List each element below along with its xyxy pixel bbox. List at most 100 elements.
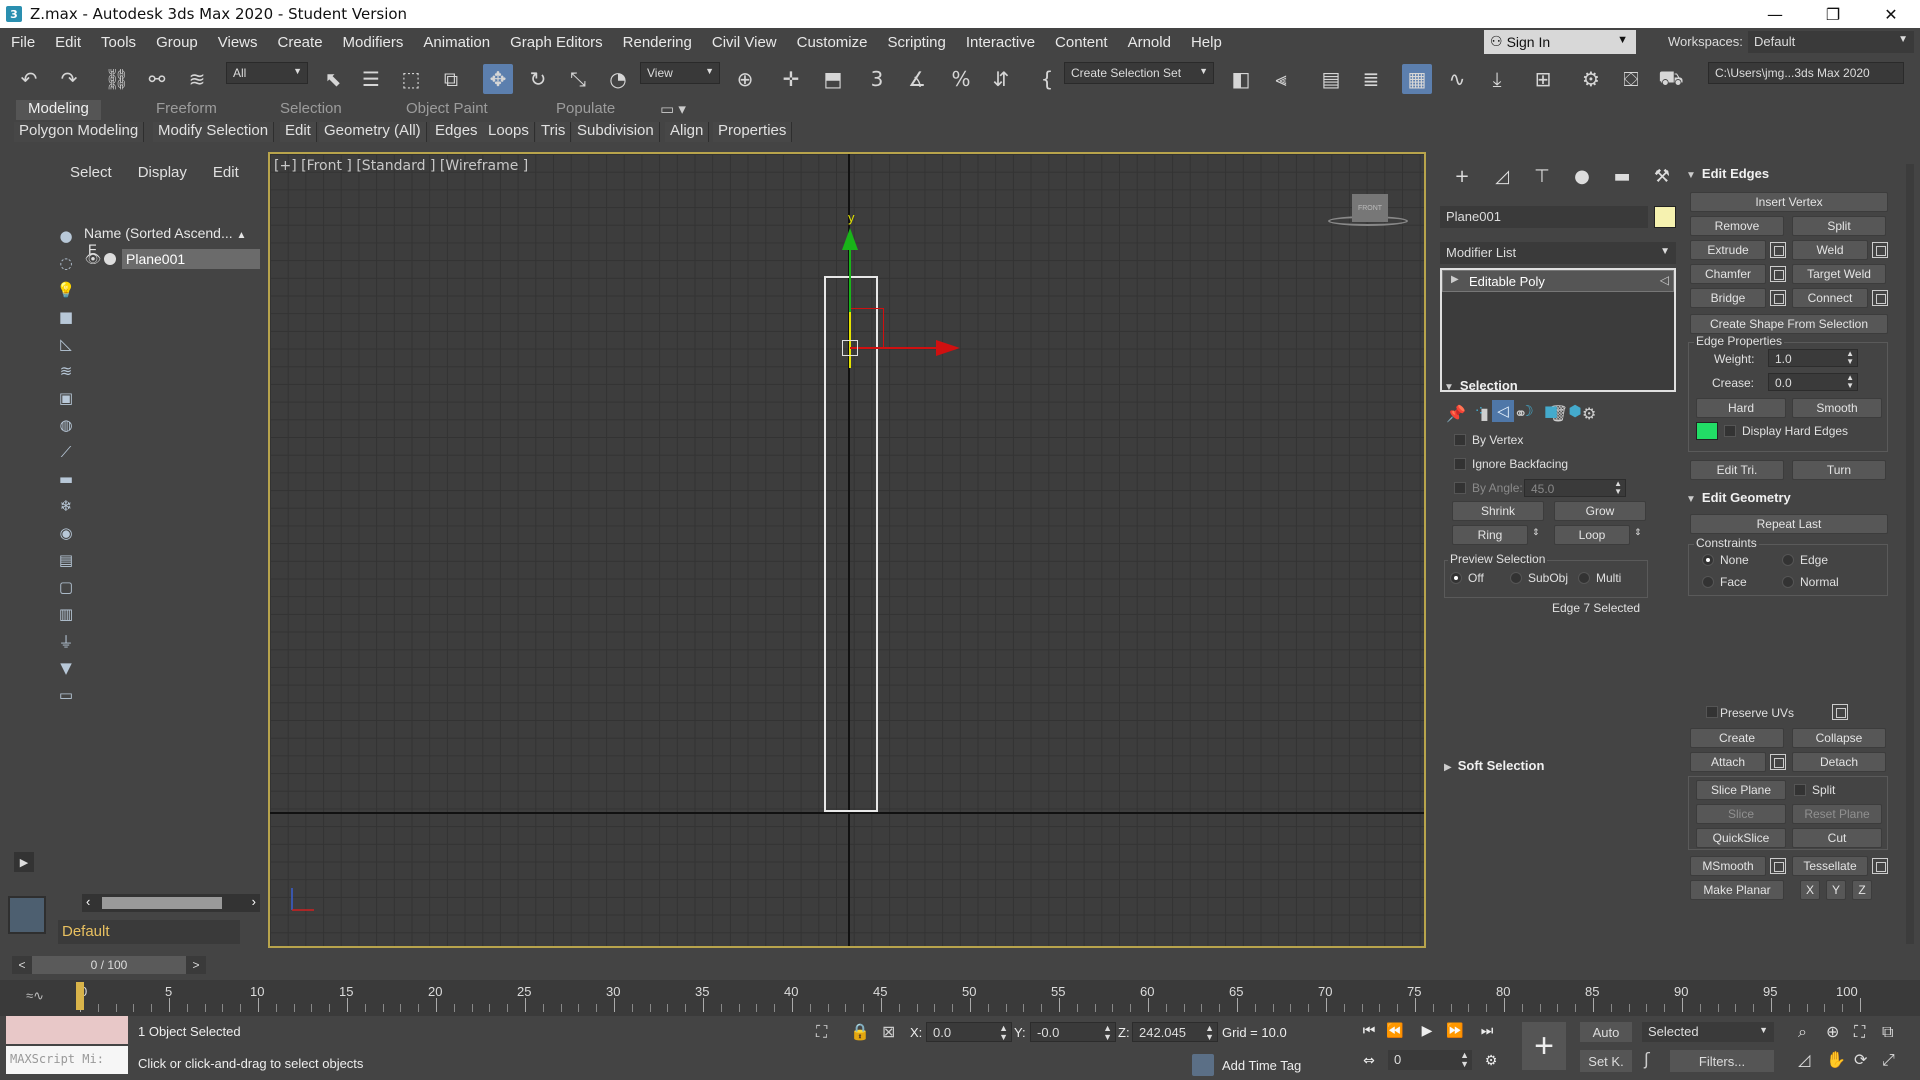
menu-tools[interactable]: Tools <box>90 34 145 51</box>
maxscript-listener-output[interactable] <box>6 1016 128 1044</box>
keyboard-shortcut-icon[interactable]: ⬒ <box>818 64 848 94</box>
split-button[interactable]: Split <box>1792 216 1886 236</box>
plane-object[interactable] <box>824 276 878 812</box>
bridge-settings-button[interactable] <box>1770 290 1786 306</box>
menu-edit[interactable]: Edit <box>44 34 90 51</box>
selection-rollout-header[interactable]: ▼ Selection <box>1444 378 1518 393</box>
menu-file[interactable]: File <box>0 34 44 51</box>
object-name-field[interactable]: Plane001 <box>1440 206 1648 228</box>
create-tab-icon[interactable]: + <box>1442 166 1482 187</box>
by-vertex-checkbox[interactable] <box>1454 434 1466 446</box>
scene-explorer-display-menu[interactable]: Display <box>138 164 187 181</box>
loop-spinner-icon[interactable]: ⇕ <box>1634 527 1642 538</box>
sign-in-button[interactable]: ⚇ Sign In ▼ <box>1484 30 1636 54</box>
add-time-tag[interactable]: Add Time Tag <box>1192 1054 1301 1076</box>
ribbon-edges[interactable]: Edges <box>430 122 484 142</box>
angle-snap-icon[interactable]: ∡ <box>902 64 932 94</box>
eye-icon[interactable]: 👁 <box>84 251 102 267</box>
filter-geometry-icon[interactable]: ● <box>56 226 76 246</box>
hard-button[interactable]: Hard <box>1696 398 1786 418</box>
by-angle-checkbox[interactable] <box>1454 482 1466 494</box>
hard-edge-color-swatch[interactable] <box>1696 422 1718 440</box>
preserve-uvs-checkbox[interactable] <box>1706 706 1718 718</box>
orbit-icon[interactable]: ⟳ <box>1854 1050 1867 1069</box>
slice-plane-button[interactable]: Slice Plane <box>1696 780 1786 800</box>
viewport-front[interactable]: [+] [Front ] [Standard ] [Wireframe ] y … <box>268 152 1426 948</box>
preserve-uvs-settings-button[interactable] <box>1832 704 1848 720</box>
repeat-last-button[interactable]: Repeat Last <box>1690 514 1888 534</box>
menu-content[interactable]: Content <box>1044 34 1117 51</box>
time-slider-prev-button[interactable]: < <box>12 956 32 974</box>
modifier-stack-item[interactable]: ▶ Editable Poly ◁ <box>1442 270 1674 292</box>
ribbon-align[interactable]: Align <box>665 122 710 142</box>
ribbon-properties[interactable]: Properties <box>713 122 793 142</box>
create-button[interactable]: Create <box>1690 728 1784 748</box>
horizontal-scrollbar[interactable]: ‹ › <box>82 894 260 912</box>
tessellate-settings-button[interactable] <box>1872 858 1888 874</box>
constraint-normal-radio[interactable] <box>1782 576 1794 588</box>
modifier-list-dropdown[interactable]: Modifier List ▼ <box>1440 242 1676 264</box>
render-setup-icon[interactable]: ⛋ <box>1616 64 1646 94</box>
menu-animation[interactable]: Animation <box>412 34 499 51</box>
maximize-viewport-icon[interactable]: ⤢ <box>1882 1050 1895 1070</box>
window-crossing-icon[interactable]: ⧉ <box>436 64 466 94</box>
weld-button[interactable]: Weld <box>1792 240 1868 260</box>
spinner-arrows-icon[interactable]: ▲ ▼ <box>1460 1051 1469 1069</box>
named-selection-dropdown[interactable]: Create Selection Set ▼ <box>1064 62 1214 84</box>
list-item[interactable]: 👁 Plane001 <box>84 248 260 270</box>
gizmo-plane-handle[interactable] <box>883 308 884 348</box>
quickslice-button[interactable]: QuickSlice <box>1696 828 1786 848</box>
undo-icon[interactable]: ↶ <box>14 64 44 94</box>
reference-coordinate-dropdown[interactable]: View ▼ <box>640 62 720 84</box>
key-filters-button[interactable]: Filters... <box>1670 1050 1774 1072</box>
target-weld-button[interactable]: Target Weld <box>1792 264 1886 284</box>
connect-button[interactable]: Connect <box>1792 288 1868 308</box>
field-of-view-icon[interactable]: ◿ <box>1798 1050 1810 1069</box>
make-planar-button[interactable]: Make Planar <box>1690 880 1784 900</box>
close-button[interactable]: ✕ <box>1862 0 1920 28</box>
scale-icon[interactable]: ⤡ <box>563 64 593 94</box>
vertex-mode-icon[interactable]: ⁖ <box>1468 400 1490 422</box>
connect-settings-button[interactable] <box>1872 290 1888 306</box>
display-hard-edges-checkbox[interactable] <box>1724 425 1736 437</box>
mirror-icon[interactable]: ◧ <box>1226 64 1256 94</box>
chamfer-button[interactable]: Chamfer <box>1690 264 1766 284</box>
detach-button[interactable]: Detach <box>1792 752 1886 772</box>
menu-graph-editors[interactable]: Graph Editors <box>499 34 612 51</box>
isolate-selection-icon[interactable]: ⛶ <box>816 1022 827 1042</box>
curve-editor-icon[interactable]: ∿ <box>1442 64 1472 94</box>
rectangular-selection-icon[interactable]: ⬚ <box>396 64 426 94</box>
ribbon-geometry-all[interactable]: Geometry (All) <box>319 122 427 142</box>
menu-group[interactable]: Group <box>145 34 207 51</box>
filter-funnel-icon[interactable]: ⏚ <box>56 631 76 651</box>
object-color-swatch[interactable] <box>1654 206 1676 228</box>
filter-space-warps-icon[interactable]: ≋ <box>56 361 76 381</box>
set-key-button[interactable]: Set K. <box>1580 1050 1632 1072</box>
toggle-ribbon-icon[interactable]: ▦ <box>1402 64 1432 94</box>
extrude-settings-button[interactable] <box>1770 242 1786 258</box>
set-keys-icon[interactable]: + <box>1522 1022 1566 1070</box>
planar-y-button[interactable]: Y <box>1826 880 1846 900</box>
spinner-arrows-icon[interactable]: ▲ ▼ <box>1614 480 1622 496</box>
selection-filter-dropdown[interactable]: All ▼ <box>226 62 308 84</box>
spinner-arrows-icon[interactable]: ▲ ▼ <box>1205 1024 1214 1042</box>
menu-views[interactable]: Views <box>207 34 267 51</box>
edit-tri-button[interactable]: Edit Tri. <box>1690 460 1784 480</box>
chevron-left-icon[interactable]: ‹ <box>86 894 90 909</box>
align-icon[interactable]: ⫷ <box>1266 64 1296 94</box>
material-editor-icon[interactable]: ⚙ <box>1576 64 1606 94</box>
ribbon-tris[interactable]: Tris <box>536 122 572 142</box>
menu-modifiers[interactable]: Modifiers <box>332 34 413 51</box>
x-coord-field[interactable]: 0.0 ▲ ▼ <box>926 1022 1012 1042</box>
snaps-toggle-icon[interactable]: 3 <box>862 64 892 94</box>
scene-explorer-edit-menu[interactable]: Edit <box>213 164 239 181</box>
minimize-button[interactable]: — <box>1746 0 1804 28</box>
attach-settings-button[interactable] <box>1770 754 1786 770</box>
app-icon[interactable]: 3 <box>6 6 22 22</box>
absolute-mode-icon[interactable]: ⊠ <box>882 1022 895 1041</box>
invert-selection-icon[interactable]: ▥ <box>56 604 76 624</box>
timeline-cursor[interactable] <box>76 982 84 1010</box>
scene-explorer-select-menu[interactable]: Select <box>70 164 112 181</box>
ribbon-polygon-modeling[interactable]: Polygon Modeling <box>14 122 145 142</box>
weight-spinner[interactable]: 1.0 ▲ ▼ <box>1768 349 1858 367</box>
